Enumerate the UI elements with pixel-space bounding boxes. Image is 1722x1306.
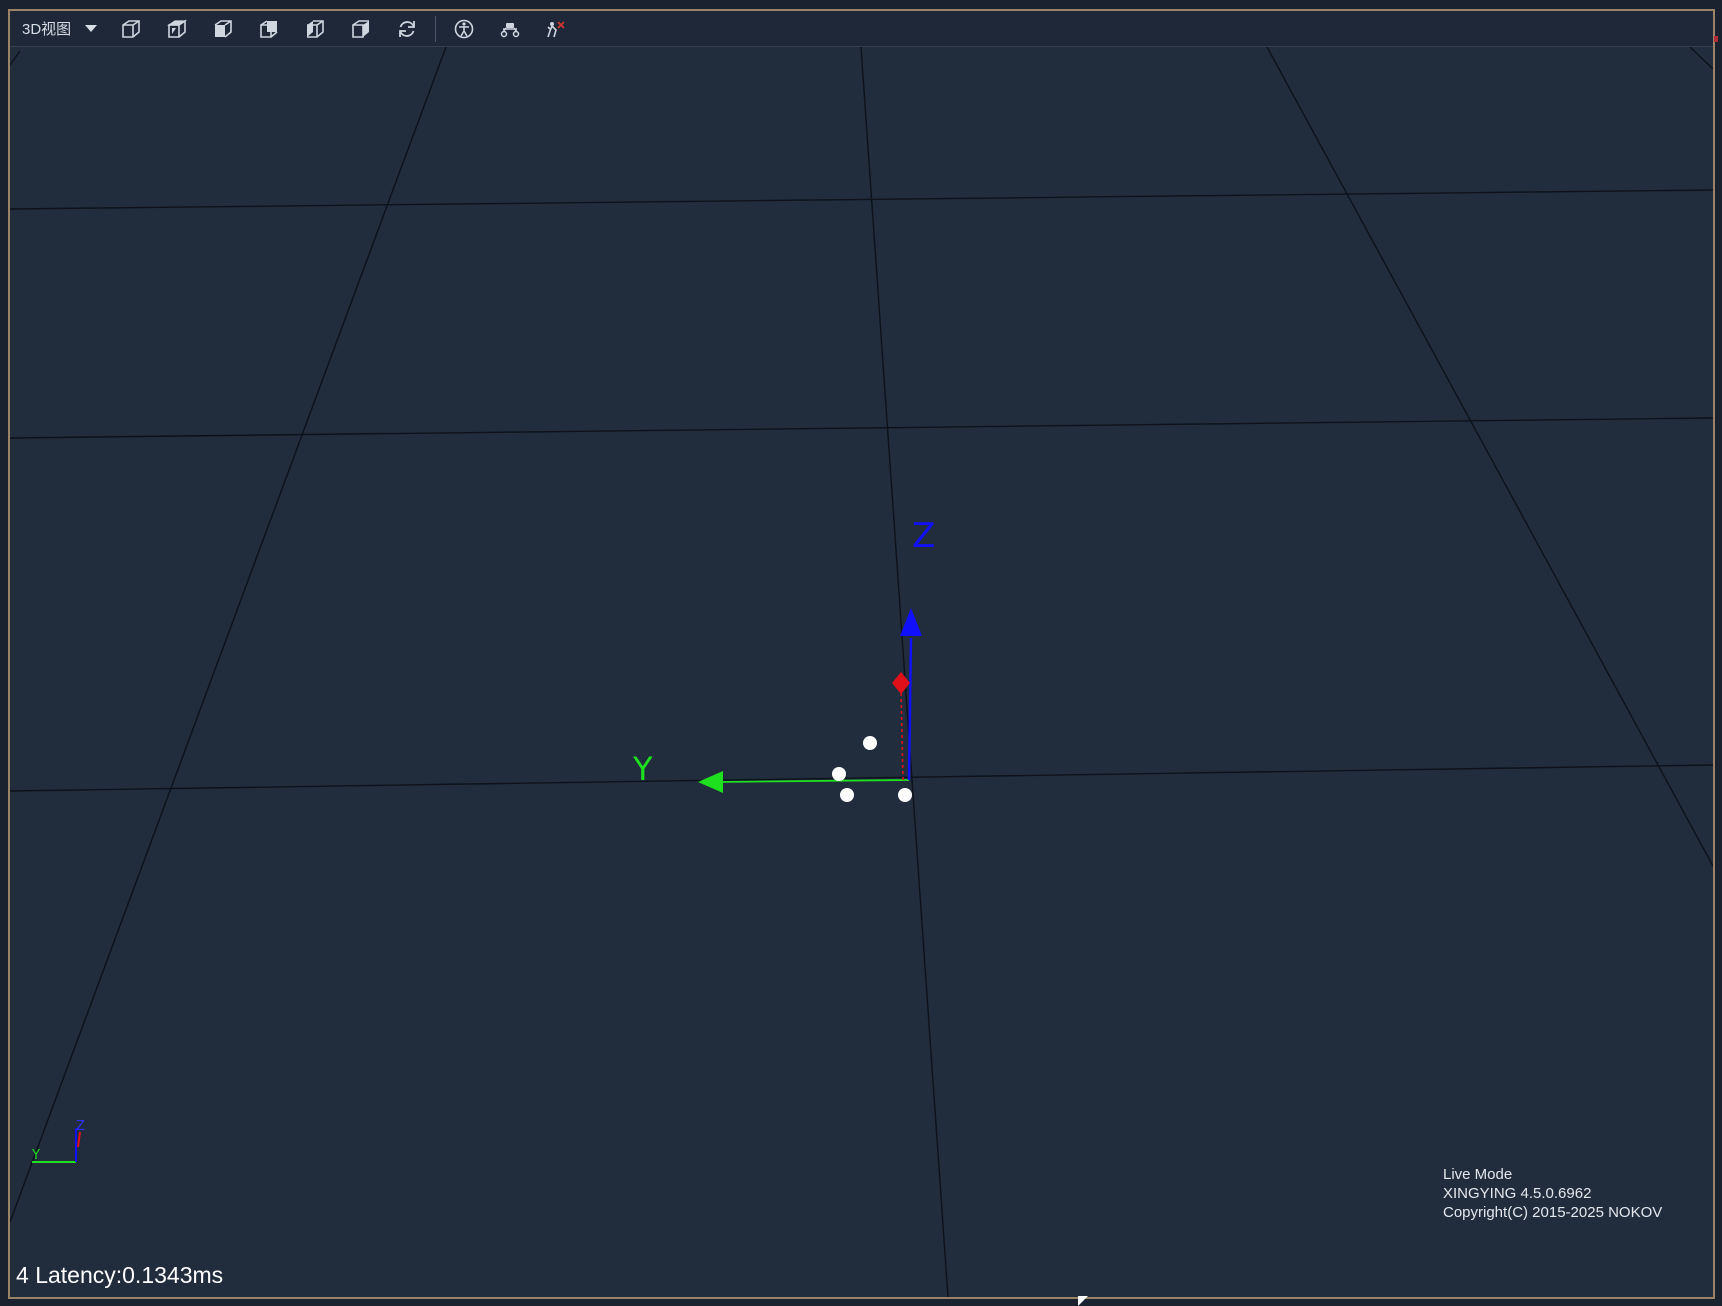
chevron-down-icon bbox=[85, 25, 98, 32]
latency-readout: 4 Latency:0.1343ms bbox=[16, 1262, 223, 1289]
mini-z-label: Z bbox=[76, 1119, 85, 1134]
z-axis-label: Z bbox=[912, 516, 935, 556]
skeleton-button[interactable] bbox=[444, 11, 484, 46]
view-toolbar: 3D视图 bbox=[10, 11, 1713, 47]
latency-value: Latency:0.1343ms bbox=[35, 1262, 224, 1288]
cube-front-icon bbox=[214, 19, 232, 38]
window-edge-marker bbox=[1714, 36, 1718, 42]
view-mode-dropdown[interactable]: 3D视图 bbox=[10, 11, 105, 46]
marker-point[interactable] bbox=[832, 767, 846, 781]
right-view-button[interactable] bbox=[341, 11, 381, 46]
marker-button[interactable] bbox=[536, 11, 576, 46]
software-info: Live Mode XINGYING 4.5.0.6962 Copyright(… bbox=[1443, 1165, 1662, 1222]
top-view-button[interactable] bbox=[157, 11, 197, 46]
back-view-button[interactable] bbox=[249, 11, 289, 46]
y-axis-label: Y bbox=[632, 750, 653, 788]
mode-label: Live Mode bbox=[1443, 1166, 1513, 1183]
refresh-icon bbox=[399, 20, 416, 37]
marker-point[interactable] bbox=[863, 736, 877, 750]
version-label: XINGYING 4.5.0.6962 bbox=[1443, 1185, 1592, 1202]
3d-view-window: 3D视图 Z Y Y Z 4 Latency:0.1343ms Live Mod… bbox=[8, 9, 1715, 1299]
toolbar-separator bbox=[435, 15, 437, 42]
marker-count: 4 bbox=[16, 1262, 29, 1288]
cube-left-icon bbox=[307, 19, 324, 38]
skeleton-icon bbox=[454, 19, 474, 38]
marker-icon bbox=[547, 20, 565, 37]
drone-button[interactable] bbox=[490, 11, 530, 46]
cube-back-icon bbox=[260, 19, 278, 38]
left-view-button[interactable] bbox=[295, 11, 335, 46]
scene-background bbox=[10, 47, 1713, 1297]
copyright-label: Copyright(C) 2015-2025 NOKOV bbox=[1443, 1204, 1663, 1221]
cube-right-icon bbox=[352, 19, 370, 38]
perspective-view-button[interactable] bbox=[111, 11, 151, 46]
mini-y-label: Y bbox=[31, 1148, 40, 1163]
marker-point[interactable] bbox=[840, 788, 854, 802]
reset-view-button[interactable] bbox=[387, 11, 427, 46]
3d-viewport[interactable]: Z Y Y Z 4 Latency:0.1343ms bbox=[10, 47, 1713, 1297]
marker-point[interactable] bbox=[898, 788, 912, 802]
drone-icon bbox=[500, 22, 520, 37]
scene-canvas[interactable]: Z Y Y Z bbox=[10, 47, 1713, 1297]
front-view-button[interactable] bbox=[203, 11, 243, 46]
cube-perspective-icon bbox=[122, 19, 140, 38]
view-mode-label: 3D视图 bbox=[22, 21, 72, 38]
cube-top-icon bbox=[167, 19, 188, 38]
